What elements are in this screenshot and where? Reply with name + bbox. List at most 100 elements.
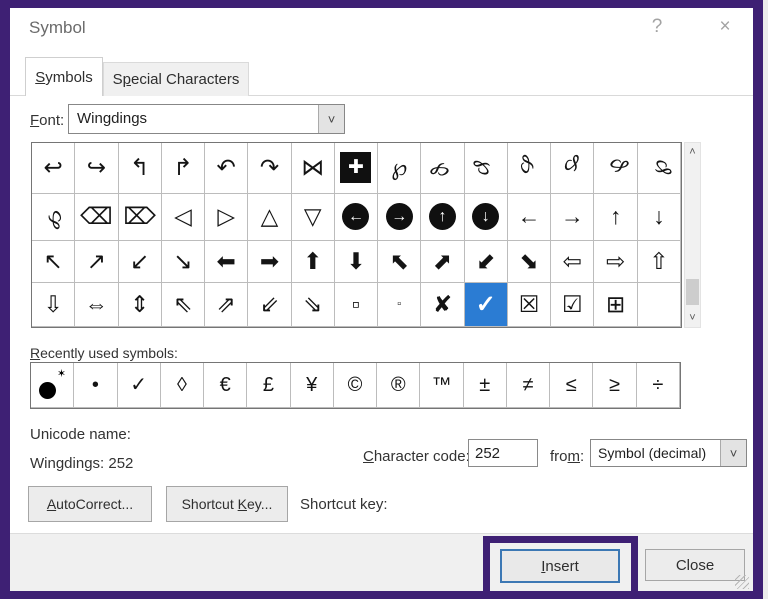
recent-symbol-cell[interactable]: © — [334, 363, 377, 408]
recent-symbol-cell[interactable]: € — [204, 363, 247, 408]
symbol-cell[interactable]: ▫ — [335, 283, 378, 327]
symbol-cell[interactable]: ↑ — [421, 194, 464, 241]
recent-symbol-cell[interactable]: ÷ — [637, 363, 680, 408]
bowtie-symbol[interactable]: ⋈ — [292, 143, 335, 194]
symbol-cell[interactable]: ↱ — [162, 143, 205, 194]
symbol-cell[interactable]: ↩ — [32, 143, 75, 194]
symbol-cell[interactable]: ℘ — [638, 143, 681, 194]
character-code-input[interactable] — [468, 439, 538, 467]
recent-symbol-cell[interactable]: ≠ — [507, 363, 550, 408]
tab-special-characters-label: Special Characters — [113, 71, 240, 88]
symbol-cell[interactable]: ▽ — [292, 194, 335, 241]
unicode-name-value: Wingdings: 252 — [30, 455, 133, 472]
close-icon[interactable]: × — [710, 16, 740, 38]
from-dropdown[interactable]: Symbol (decimal) ˅ — [590, 439, 747, 467]
recent-symbol-cell[interactable]: ≥ — [593, 363, 636, 408]
symbol-cell[interactable]: ⇧ — [638, 241, 681, 284]
symbol-cell[interactable]: ⬆ — [292, 241, 335, 284]
character-code-label: Character code: — [363, 448, 470, 465]
symbol-cell[interactable]: ⌫ — [75, 194, 118, 241]
symbol-cell[interactable]: ↗ — [75, 241, 118, 284]
symbol-cell[interactable]: ↶ — [205, 143, 248, 194]
symbol-cell[interactable]: △ — [248, 194, 291, 241]
symbol-cell[interactable]: ⬈ — [421, 241, 464, 284]
tab-symbols[interactable]: Symbols — [25, 57, 103, 96]
symbol-cell[interactable]: ➡ — [248, 241, 291, 284]
symbol-cell[interactable]: ↑ — [594, 194, 637, 241]
symbol-cell[interactable]: → — [551, 194, 594, 241]
symbol-cell[interactable] — [638, 283, 681, 327]
symbol-cell[interactable]: ◁ — [162, 194, 205, 241]
recent-symbol-cell[interactable]: ™ — [420, 363, 463, 408]
symbol-cell[interactable]: ↪ — [75, 143, 118, 194]
resize-grip[interactable] — [735, 575, 749, 589]
annotation-frame: Symbol ? × Symbols Special Characters Fo… — [0, 0, 763, 599]
symbol-cell[interactable]: ← — [508, 194, 551, 241]
autocorrect-button[interactable]: AutoCorrect... — [28, 486, 152, 522]
scroll-down-icon[interactable]: ˅ — [685, 312, 700, 324]
symbol-cell[interactable]: ✘ — [421, 283, 464, 327]
symbol-cell[interactable]: ℘ — [465, 143, 508, 194]
symbol-cell[interactable]: ↓ — [465, 194, 508, 241]
symbol-cell[interactable]: ↙ — [119, 241, 162, 284]
symbol-cell[interactable]: ℘ — [32, 194, 75, 241]
symbol-grid: ↩↪↰↱↶↷⋈✚℘℘℘℘℘℘℘℘⌫⌦◁▷△▽←→↑↓←→↑↓↖↗↙↘⬅➡⬆⬇⬉⬈… — [31, 142, 682, 328]
symbol-cell[interactable]: ℘ — [508, 143, 551, 194]
symbol-cell[interactable]: ℘ — [594, 143, 637, 194]
selected-checkmark-symbol[interactable]: ✓ — [465, 283, 508, 327]
symbol-cell[interactable]: ⇔ — [75, 283, 118, 327]
symbol-cell[interactable]: ⌦ — [119, 194, 162, 241]
symbol-cell[interactable]: ℘ — [551, 143, 594, 194]
font-dropdown-value: Wingdings — [77, 110, 147, 127]
inverse-quatrefoil-symbol[interactable]: ✚ — [335, 143, 378, 194]
symbol-cell[interactable]: ⬅ — [205, 241, 248, 284]
symbol-cell[interactable]: ⬉ — [378, 241, 421, 284]
symbol-cell[interactable]: ← — [335, 194, 378, 241]
symbol-cell[interactable]: ⇖ — [162, 283, 205, 327]
symbol-cell[interactable]: ☑ — [551, 283, 594, 327]
chevron-down-icon[interactable]: ˅ — [720, 440, 746, 466]
symbol-cell[interactable]: ▷ — [205, 194, 248, 241]
symbol-cell[interactable]: ⬇ — [335, 241, 378, 284]
font-dropdown[interactable]: Wingdings ˅ — [68, 104, 345, 134]
recent-symbol-cell[interactable]: ◊ — [161, 363, 204, 408]
recent-symbol-cell[interactable]: £ — [247, 363, 290, 408]
symbol-cell[interactable]: ⇩ — [32, 283, 75, 327]
symbol-cell[interactable]: ↖ — [32, 241, 75, 284]
shortcut-key-button[interactable]: Shortcut Key... — [166, 486, 288, 522]
symbol-cell[interactable]: ↷ — [248, 143, 291, 194]
recent-symbol-cell[interactable]: ® — [377, 363, 420, 408]
recent-symbol-cell[interactable]: • — [74, 363, 117, 408]
windows-logo-symbol[interactable]: ⊞ — [594, 283, 637, 327]
symbol-grid-scrollbar[interactable]: ˄ ˅ — [684, 142, 701, 328]
symbol-cell[interactable]: ⬊ — [508, 241, 551, 284]
symbol-cell[interactable]: ↘ — [162, 241, 205, 284]
recently-used-label: Recently used symbols: — [30, 345, 178, 361]
help-icon[interactable]: ? — [642, 16, 672, 38]
recent-symbol-cell[interactable]: ✓ — [118, 363, 161, 408]
scroll-up-icon[interactable]: ˄ — [685, 146, 700, 158]
recent-symbol-cell[interactable]: ≤ — [550, 363, 593, 408]
symbol-cell[interactable]: ↰ — [119, 143, 162, 194]
scrollbar-thumb[interactable] — [686, 279, 699, 305]
symbol-cell[interactable]: ⬋ — [465, 241, 508, 284]
from-label: from: — [550, 448, 584, 465]
symbol-cell[interactable]: ⇕ — [119, 283, 162, 327]
symbol-cell[interactable]: ⇗ — [205, 283, 248, 327]
recent-symbol-cell[interactable]: ± — [464, 363, 507, 408]
symbol-cell[interactable]: ⇙ — [248, 283, 291, 327]
symbol-cell[interactable]: ⇘ — [292, 283, 335, 327]
recent-symbol-cell[interactable]: ¥ — [291, 363, 334, 408]
tab-special-characters[interactable]: Special Characters — [103, 62, 249, 96]
bomb-symbol[interactable] — [31, 363, 74, 408]
symbol-cell[interactable]: → — [378, 194, 421, 241]
chevron-down-icon[interactable]: ˅ — [318, 105, 344, 133]
close-button[interactable]: Close — [645, 549, 745, 581]
symbol-cell[interactable]: ⇦ — [551, 241, 594, 284]
symbol-cell[interactable]: ℘ — [421, 143, 464, 194]
symbol-cell[interactable]: ☒ — [508, 283, 551, 327]
symbol-cell[interactable]: ℘ — [378, 143, 421, 194]
symbol-cell[interactable]: ⇨ — [594, 241, 637, 284]
symbol-cell[interactable]: ▫ — [378, 283, 421, 327]
symbol-cell[interactable]: ↓ — [638, 194, 681, 241]
